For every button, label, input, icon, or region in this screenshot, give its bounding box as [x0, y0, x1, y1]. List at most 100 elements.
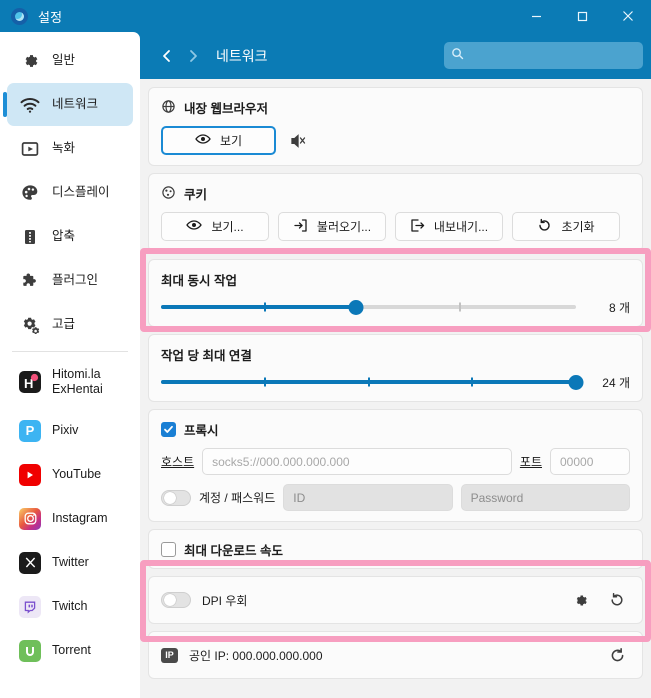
proxy-host-input[interactable] — [202, 448, 512, 475]
dpi-label: DPI 우회 — [202, 593, 248, 608]
sidebar-item-youtube[interactable]: YouTube — [7, 453, 133, 496]
sidebar-divider — [12, 351, 128, 352]
proxy-auth-row: 계정 / 패스워드 — [161, 484, 630, 511]
sidebar: 일반 네트워크 녹화 디스플레이 압축 플러그인 고급 H Hitomi.la … — [0, 32, 140, 698]
max-jobs-slider[interactable] — [161, 298, 576, 316]
sidebar-item-torrent[interactable]: Torrent — [7, 629, 133, 672]
chevron-right-icon[interactable] — [180, 43, 206, 69]
browser-view-button[interactable]: 보기 — [161, 126, 276, 155]
dpi-card: DPI 우회 — [148, 576, 643, 624]
cookie-reset-button[interactable]: 초기화 — [512, 212, 620, 241]
max-jobs-value: 8 개 — [608, 300, 630, 315]
max-conn-title: 작업 당 최대 연결 — [161, 349, 252, 363]
public-ip-row: IP 공인 IP: 000.000.000.000 — [161, 642, 630, 668]
proxy-card: 프록시 호스트 포트 계정 / 패스워드 — [148, 409, 643, 522]
slider-tick — [263, 302, 266, 312]
sidebar-item-label: 녹화 — [52, 141, 76, 156]
max-jobs-slider-row: 8 개 — [161, 298, 630, 316]
sidebar-item-recording[interactable]: 녹화 — [7, 127, 133, 170]
sidebar-item-twitch[interactable]: Twitch — [7, 585, 133, 628]
max-conn-value: 24 개 — [602, 375, 630, 390]
search-input[interactable] — [469, 48, 636, 63]
app-logo-icon — [11, 7, 28, 25]
window-title: 설정 — [38, 9, 63, 25]
sidebar-item-pixiv[interactable]: P Pixiv — [7, 409, 133, 452]
proxy-auth-label: 계정 / 패스워드 — [199, 491, 276, 505]
speaker-mute-icon[interactable] — [285, 128, 311, 154]
proxy-title-text: 프록시 — [184, 424, 219, 438]
torrent-icon — [18, 639, 42, 663]
max-speed-checkbox[interactable] — [161, 542, 176, 557]
close-icon[interactable] — [605, 0, 651, 32]
proxy-port-input[interactable] — [550, 448, 630, 475]
sidebar-item-label: Torrent — [52, 643, 91, 658]
slider-thumb[interactable] — [568, 374, 584, 390]
proxy-id-input[interactable] — [283, 484, 453, 511]
cookie-export-label: 내보내기... — [433, 220, 489, 234]
sidebar-item-label: Pixiv — [52, 423, 79, 438]
browser-card-title: 내장 웹브라우저 — [161, 98, 630, 117]
search-box[interactable] — [444, 42, 643, 69]
minimize-icon[interactable] — [513, 0, 559, 32]
slider-tick — [458, 302, 461, 312]
cookie-card: 쿠키 보기... 불러오기... 내보내기... 초기화 — [148, 173, 643, 252]
cookie-icon — [161, 185, 176, 203]
slider-thumb[interactable] — [348, 299, 364, 315]
right-pane: 네트워크 내장 웹브라우저 보기 쿠키 보기... 불러오기... 내보내기..… — [140, 32, 651, 698]
eye-icon — [186, 218, 203, 235]
dpi-reset-icon[interactable] — [604, 587, 630, 613]
settings-content: 내장 웹브라우저 보기 쿠키 보기... 불러오기... 내보내기... 초기화… — [140, 79, 651, 698]
public-ip-text: 공인 IP: 000.000.000.000 — [189, 648, 323, 663]
sidebar-item-advanced[interactable]: 고급 — [7, 303, 133, 346]
public-ip-refresh-icon[interactable] — [604, 642, 630, 668]
proxy-checkbox[interactable] — [161, 422, 176, 437]
export-icon — [410, 218, 425, 236]
sidebar-item-label: 고급 — [52, 317, 76, 332]
video-icon — [18, 137, 42, 161]
cookie-import-label: 불러오기... — [316, 220, 372, 234]
browser-card: 내장 웹브라우저 보기 — [148, 87, 643, 166]
twitch-icon — [18, 595, 42, 619]
max-conn-slider[interactable] — [161, 373, 584, 391]
title-bar: 설정 — [0, 0, 651, 32]
sidebar-item-label: 일반 — [52, 53, 76, 68]
cookie-view-label: 보기... — [211, 220, 244, 234]
max-jobs-title: 최대 동시 작업 — [161, 274, 237, 288]
proxy-host-label: 호스트 — [161, 455, 195, 469]
wifi-icon — [18, 93, 42, 117]
cookie-export-button[interactable]: 내보내기... — [395, 212, 503, 241]
sidebar-item-general[interactable]: 일반 — [7, 39, 133, 82]
sidebar-item-label: Twitter — [52, 555, 89, 570]
proxy-password-input[interactable] — [460, 484, 630, 511]
sidebar-item-network[interactable]: 네트워크 — [3, 83, 133, 126]
eye-icon — [195, 132, 211, 149]
sidebar-item-label: 디스플레이 — [52, 185, 110, 200]
sidebar-item-plugin[interactable]: 플러그인 — [7, 259, 133, 302]
dpi-toggle[interactable] — [161, 592, 191, 608]
sidebar-item-hitomi[interactable]: H Hitomi.la ExHentai — [7, 356, 133, 408]
browser-button-row: 보기 — [161, 126, 630, 155]
sidebar-item-label: 압축 — [52, 229, 76, 244]
breadcrumb: 네트워크 — [216, 47, 268, 64]
sidebar-item-twitter[interactable]: Twitter — [7, 541, 133, 584]
pixiv-icon: P — [18, 419, 42, 443]
ip-badge-icon: IP — [161, 647, 178, 663]
chevron-left-icon[interactable] — [154, 43, 180, 69]
search-icon — [451, 47, 464, 65]
puzzle-icon — [18, 269, 42, 293]
sidebar-item-display[interactable]: 디스플레이 — [7, 171, 133, 214]
cookie-import-button[interactable]: 불러오기... — [278, 212, 386, 241]
proxy-port-label: 포트 — [519, 455, 542, 469]
cookie-view-button[interactable]: 보기... — [161, 212, 269, 241]
sidebar-item-label: 플러그인 — [52, 273, 99, 288]
max-speed-card: 최대 다운로드 속도 — [148, 529, 643, 569]
proxy-host-row: 호스트 포트 — [161, 448, 630, 475]
settings-window: 설정 일반 네트워크 녹화 디스플레이 압축 플러그인 고급 H Hitomi.… — [0, 0, 651, 698]
sidebar-item-instagram[interactable]: Instagram — [7, 497, 133, 540]
maximize-icon[interactable] — [559, 0, 605, 32]
proxy-auth-toggle[interactable] — [161, 489, 191, 506]
cookie-card-title: 쿠키 — [161, 184, 630, 203]
dpi-settings-gear-icon[interactable] — [567, 587, 593, 613]
sidebar-item-compress[interactable]: 압축 — [7, 215, 133, 258]
public-ip-card: IP 공인 IP: 000.000.000.000 — [148, 631, 643, 679]
